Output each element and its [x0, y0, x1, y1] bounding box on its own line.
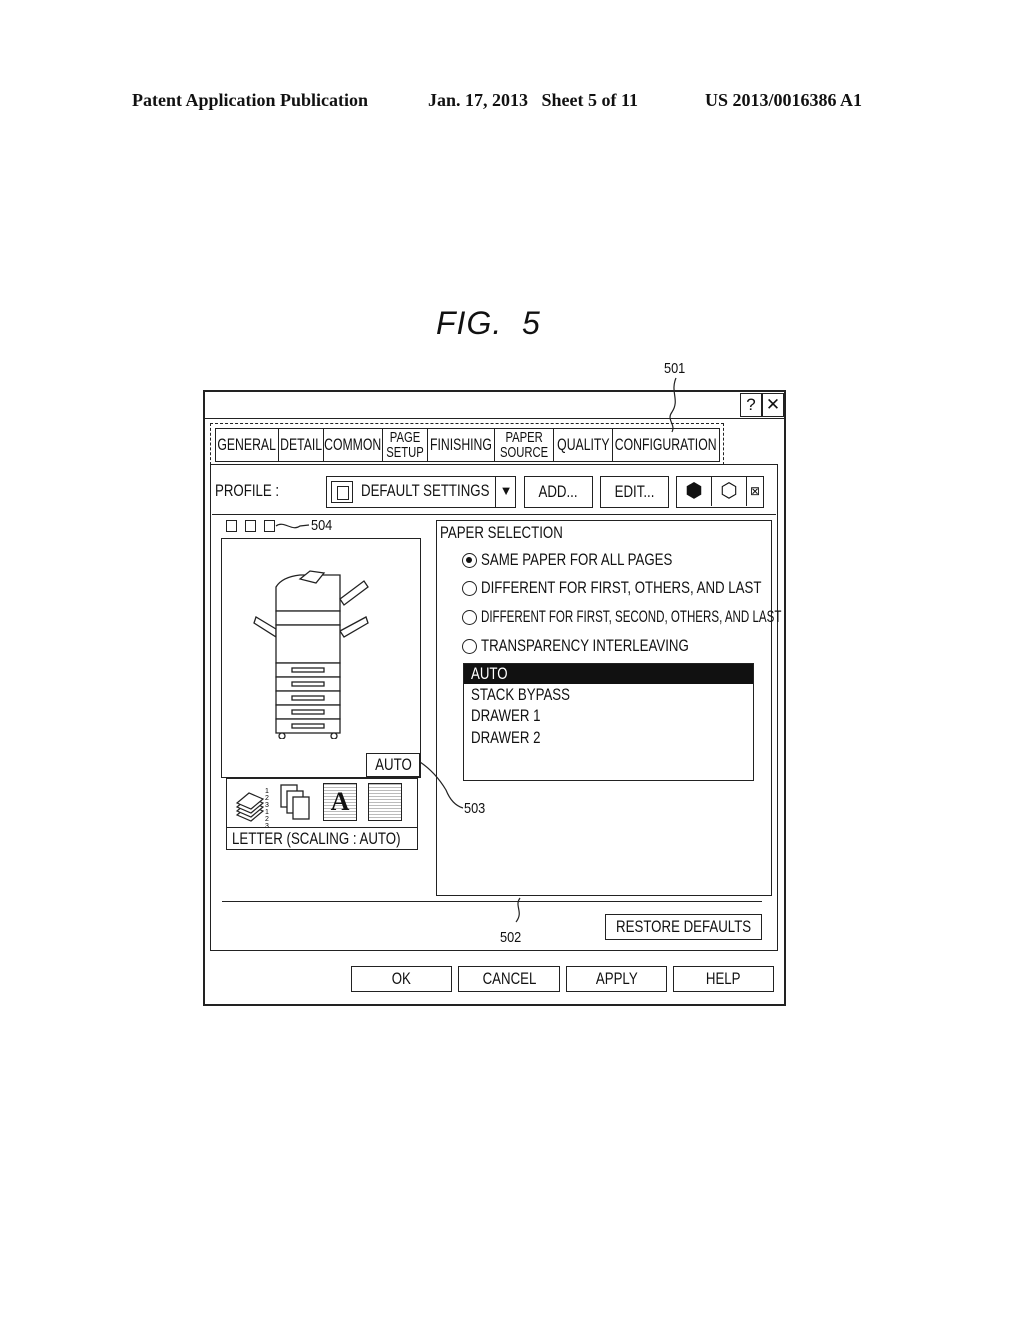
printer-illustration-icon [253, 570, 369, 739]
profile-label: PROFILE : [215, 481, 280, 500]
restore-defaults-button[interactable]: RESTORE DEFAULTS [605, 914, 762, 940]
radio-same-paper[interactable]: SAME PAPER FOR ALL PAGES [462, 550, 726, 570]
svg-text:2: 2 [265, 795, 269, 802]
tab-page-setup[interactable]: PAGE SETUP [382, 428, 428, 462]
status-divider [227, 827, 417, 828]
paper-selection-title: PAPER SELECTION [440, 523, 563, 542]
tab-detail[interactable]: DETAIL [278, 428, 324, 462]
stacked-pages-icon[interactable] [279, 783, 315, 830]
svg-text:1: 1 [265, 788, 269, 795]
printer-preview-panel: AUTO [221, 538, 421, 778]
profile-document-icon [331, 481, 353, 503]
add-profile-button[interactable]: ADD... [524, 476, 593, 508]
svg-text:2: 2 [265, 816, 269, 823]
tab-quality[interactable]: QUALITY [553, 428, 613, 462]
title-bar-divider [203, 418, 786, 419]
profile-divider [212, 514, 776, 515]
view-mode-button-2[interactable] [245, 520, 256, 532]
svg-text:3: 3 [265, 802, 269, 809]
profile-dropdown[interactable]: DEFAULT SETTINGS ▼ [326, 475, 516, 508]
help-footer-button[interactable]: HELP [673, 966, 774, 992]
dropdown-arrow-icon[interactable]: ▼ [495, 475, 516, 508]
cancel-button[interactable]: CANCEL [458, 966, 560, 992]
list-item[interactable]: AUTO [464, 664, 753, 684]
radio-different-first-second-others-last[interactable]: DIFFERENT FOR FIRST, SECOND, OTHERS, AND… [462, 607, 923, 627]
panel-divider [222, 901, 762, 902]
tab-paper-source[interactable]: PAPER SOURCE [494, 428, 554, 462]
view-mode-button-1[interactable] [226, 520, 237, 532]
collate-icon[interactable]: 1 2 3 1 2 3 [233, 785, 269, 830]
radio-button[interactable] [462, 609, 477, 625]
radio-button[interactable] [462, 580, 477, 596]
profile-icon-group: ⬢ ⬡ ⊠ [676, 476, 764, 508]
edit-profile-button[interactable]: EDIT... [600, 476, 669, 508]
ok-button[interactable]: OK [351, 966, 452, 992]
preview-options-panel: 1 2 3 1 2 3 A LETTER (SCALING : AUTO) [226, 778, 418, 850]
list-item[interactable]: STACK BYPASS [464, 685, 753, 705]
text-quality-icon[interactable]: A [323, 783, 357, 821]
tab-common[interactable]: COMMON [323, 428, 383, 462]
tab-general[interactable]: GENERAL [215, 428, 279, 462]
list-item[interactable]: DRAWER 2 [464, 728, 753, 748]
printer-box-icon[interactable]: ⬢ [677, 477, 712, 506]
list-item[interactable]: DRAWER 1 [464, 706, 753, 726]
radio-different-first-others-last[interactable]: DIFFERENT FOR FIRST, OTHERS, AND LAST [462, 578, 841, 598]
apply-button[interactable]: APPLY [566, 966, 667, 992]
paper-source-list[interactable]: AUTO STACK BYPASS DRAWER 1 DRAWER 2 [463, 663, 754, 781]
tab-finishing[interactable]: FINISHING [427, 428, 495, 462]
radio-button-checked[interactable] [462, 552, 477, 568]
radio-transparency-interleaving[interactable]: TRANSPARENCY INTERLEAVING [462, 636, 747, 656]
help-button[interactable]: ? [740, 393, 762, 417]
radio-button[interactable] [462, 638, 477, 654]
tab-configuration[interactable]: CONFIGURATION [612, 428, 720, 462]
view-mode-button-3[interactable] [264, 520, 275, 532]
paper-size-status: LETTER (SCALING : AUTO) [232, 829, 401, 848]
printer-open-icon[interactable]: ⬡ [712, 477, 747, 506]
delete-icon[interactable]: ⊠ [747, 477, 763, 506]
svg-text:1: 1 [265, 809, 269, 816]
paper-source-badge: AUTO [366, 753, 420, 777]
tab-bar: GENERAL DETAIL COMMON PAGE SETUP FINISHI… [210, 423, 724, 465]
close-button[interactable]: ✕ [762, 393, 784, 417]
halftone-icon[interactable] [368, 783, 402, 821]
